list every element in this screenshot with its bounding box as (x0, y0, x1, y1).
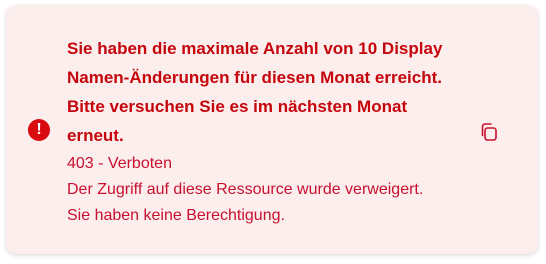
alert-content: Sie haben die maximale Anzahl von 10 Dis… (67, 34, 447, 229)
copy-button[interactable] (476, 119, 502, 145)
alert-status-code: 403 - Verboten (67, 155, 172, 172)
exclamation-glyph: ! (36, 121, 42, 138)
alert-title: Sie haben die maximale Anzahl von 10 Dis… (67, 39, 443, 145)
copy-icon (481, 123, 497, 141)
exclamation-circle-icon: ! (28, 119, 50, 141)
error-alert: ! Sie haben die maximale Anzahl von 10 D… (6, 5, 538, 254)
alert-description: Der Zugriff auf diese Ressource wurde ve… (67, 181, 424, 224)
